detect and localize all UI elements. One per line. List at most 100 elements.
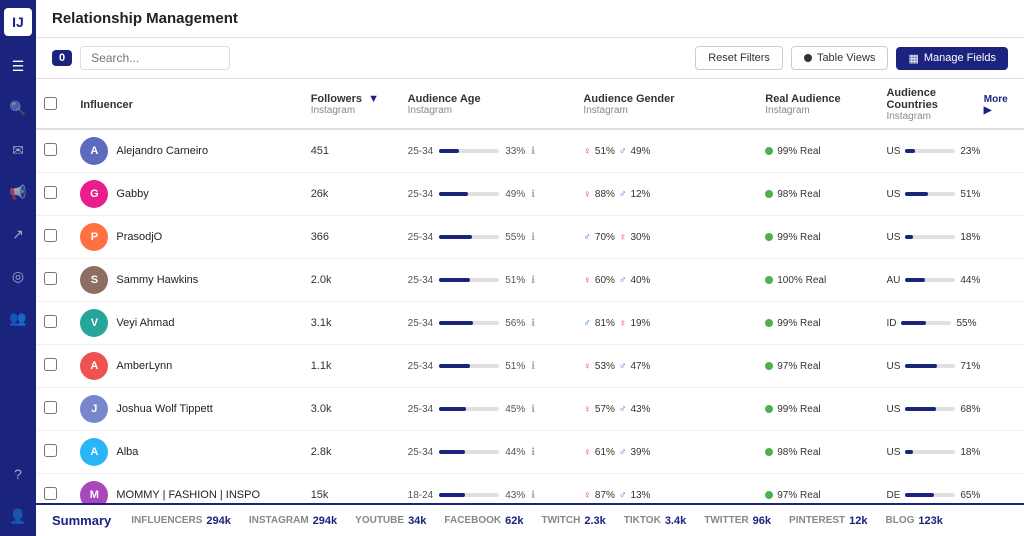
table-row: G Gabby 26k 25-34 49% ℹ ♀ 88% ♂ 12% 98% … [36,173,1024,216]
table-views-button[interactable]: Table Views [791,46,889,70]
male-icon: ♂ [583,318,591,329]
country-pct: 71% [960,361,980,372]
country-bar [905,192,955,196]
followers-cell: 366 [303,216,400,259]
info-icon[interactable]: ℹ [531,361,535,372]
col-followers: Followers ▼ Instagram [303,79,400,129]
real-pct: 99% Real [777,146,820,157]
table-row: A Alba 2.8k 25-34 44% ℹ ♀ 61% ♂ 39% 98% … [36,431,1024,474]
summary-value: 34k [408,515,426,527]
country-bar [905,450,955,454]
gender-cell: ♀ 51% ♂ 49% [575,129,757,173]
followers-cell: 2.0k [303,259,400,302]
row-checkbox[interactable] [44,229,57,242]
avatar: A [80,352,108,380]
main-content: Relationship Management 0 Reset Filters … [36,0,1024,536]
influencer-name: AmberLynn [116,360,172,372]
header: Relationship Management [36,0,1024,38]
logo[interactable]: IJ [4,8,32,36]
country-bar [905,364,955,368]
female-icon: ♀ [583,146,591,157]
grid-icon: ▦ [908,52,918,65]
influencer-cell: M MOMMY | FASHION | INSPO [72,474,302,504]
country-pct: 68% [960,404,980,415]
sidebar-icon-users[interactable]: 👥 [6,306,30,330]
country-pct: 18% [960,447,980,458]
info-icon[interactable]: ℹ [531,318,535,329]
female-icon: ♀ [583,404,591,415]
row-checkbox[interactable] [44,143,57,156]
summary-platform: INSTAGRAM [249,515,309,526]
influencer-cell: A AmberLynn [72,345,302,388]
influencer-name: Gabby [116,188,148,200]
col-gender: Audience Gender Instagram [575,79,757,129]
info-icon[interactable]: ℹ [531,447,535,458]
sidebar-icon-menu[interactable]: ☰ [6,54,30,78]
filter-icon[interactable]: ▼ [368,93,379,105]
info-icon[interactable]: ℹ [531,404,535,415]
male-pct: 47% [630,361,650,372]
info-icon[interactable]: ℹ [531,146,535,157]
sidebar-icon-share[interactable]: ↗ [6,222,30,246]
row-checkbox[interactable] [44,487,57,500]
summary-value: 294k [206,515,230,527]
female-icon: ♀ [619,318,627,329]
sidebar-icon-profile[interactable]: 👤 [6,504,30,528]
age-cell: 18-24 43% ℹ [400,474,576,504]
avatar: G [80,180,108,208]
country-code: US [886,404,900,415]
followers-cell: 1.1k [303,345,400,388]
summary-platform: TWITTER [704,515,748,526]
female-icon: ♀ [583,490,591,501]
country-cell: AU 44% [878,259,1024,302]
female-icon: ♀ [619,232,627,243]
avatar: S [80,266,108,294]
row-checkbox[interactable] [44,358,57,371]
sidebar-icon-search[interactable]: 🔍 [6,96,30,120]
country-cell: US 18% [878,431,1024,474]
info-icon[interactable]: ℹ [531,275,535,286]
male-icon: ♂ [619,404,627,415]
row-checkbox[interactable] [44,401,57,414]
manage-fields-button[interactable]: ▦ Manage Fields [896,47,1008,70]
age-bar [439,407,499,411]
table-row: A AmberLynn 1.1k 25-34 51% ℹ ♀ 53% ♂ 47%… [36,345,1024,388]
summary-platform: YOUTUBE [355,515,404,526]
toolbar: 0 Reset Filters Table Views ▦ Manage Fie… [36,38,1024,79]
sidebar-icon-broadcast[interactable]: 📢 [6,180,30,204]
female-pct: 53% [595,361,615,372]
summary-value: 12k [849,515,867,527]
row-checkbox[interactable] [44,272,57,285]
sidebar-icon-help[interactable]: ? [6,462,30,486]
gender-cell: ♀ 87% ♂ 13% [575,474,757,504]
age-bar [439,192,499,196]
country-code: ID [886,318,896,329]
info-icon[interactable]: ℹ [531,232,535,243]
age-cell: 25-34 45% ℹ [400,388,576,431]
info-icon[interactable]: ℹ [531,490,535,501]
influencer-name: Joshua Wolf Tippett [116,403,212,415]
summary-value: 2.3k [584,515,605,527]
sidebar: IJ ☰ 🔍 ✉ 📢 ↗ ◎ 👥 ? 👤 [0,0,36,536]
real-audience-cell: 99% Real [757,129,878,173]
row-checkbox[interactable] [44,315,57,328]
select-all-checkbox[interactable] [44,97,57,110]
more-link[interactable]: More ▶ [984,94,1016,116]
search-input[interactable] [80,46,230,70]
influencer-table: Influencer Followers ▼ Instagram Audienc… [36,79,1024,503]
real-audience-cell: 97% Real [757,474,878,504]
dot-icon [804,54,812,62]
row-checkbox[interactable] [44,186,57,199]
male-pct: 40% [630,275,650,286]
real-pct: 98% Real [777,189,820,200]
sidebar-icon-analytics[interactable]: ◎ [6,264,30,288]
row-checkbox[interactable] [44,444,57,457]
reset-filters-button[interactable]: Reset Filters [695,46,783,70]
avatar: V [80,309,108,337]
info-icon[interactable]: ℹ [531,189,535,200]
followers-cell: 3.1k [303,302,400,345]
sidebar-icon-mail[interactable]: ✉ [6,138,30,162]
age-cell: 25-34 51% ℹ [400,345,576,388]
green-dot-icon [765,190,773,198]
country-code: US [886,447,900,458]
